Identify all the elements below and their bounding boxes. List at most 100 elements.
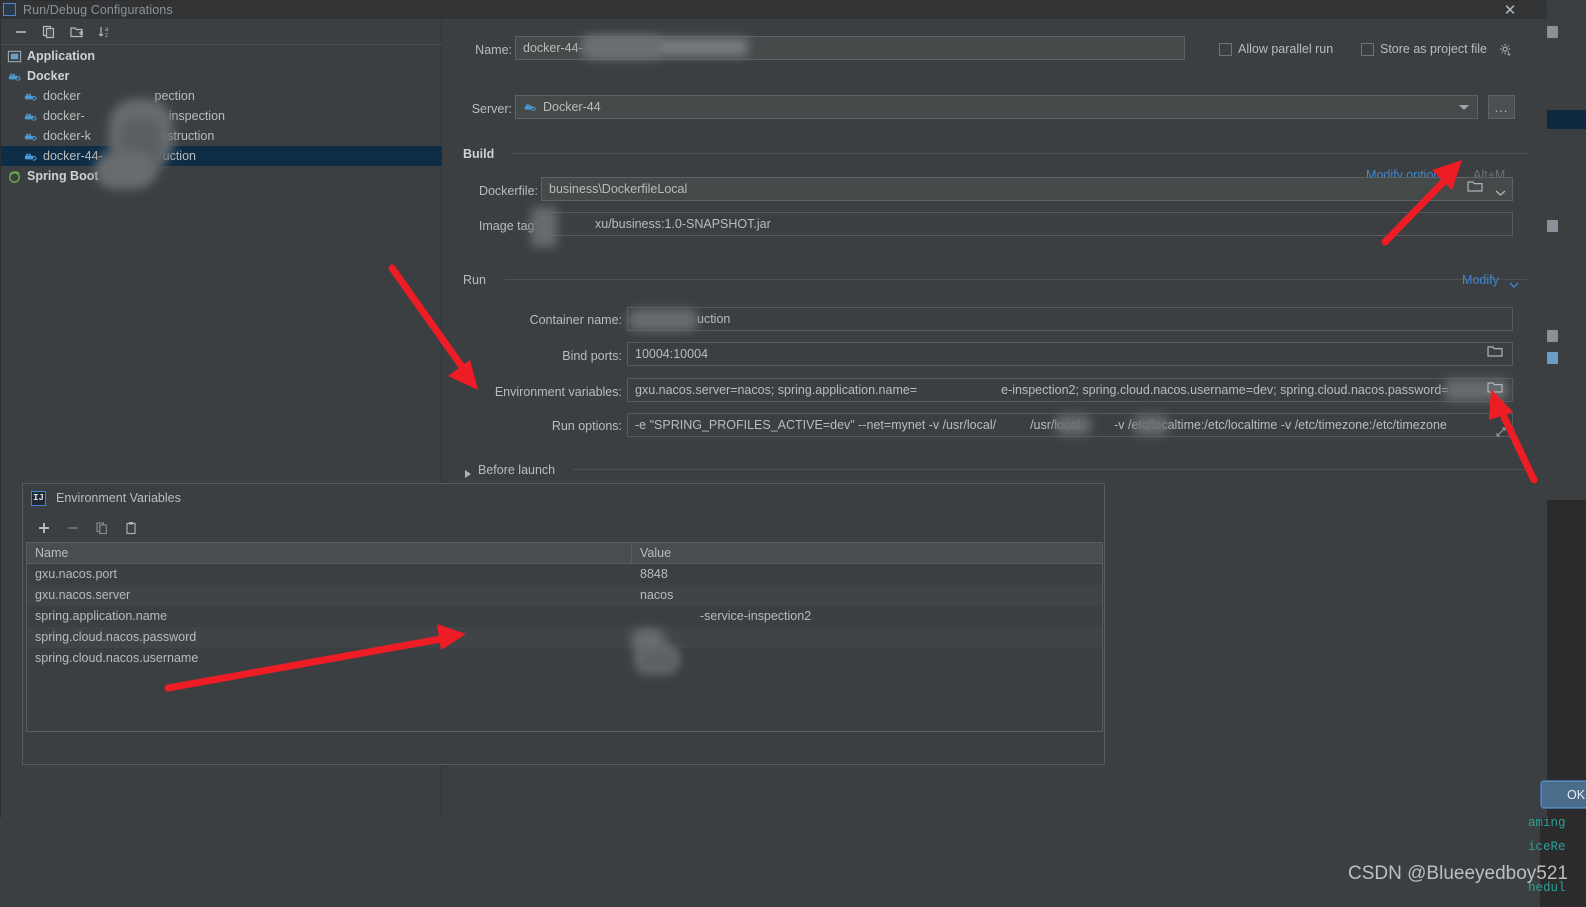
svg-text:z: z xyxy=(105,33,108,39)
name-label: Name: xyxy=(475,43,512,57)
cell-name: spring.cloud.nacos.username xyxy=(35,651,199,665)
environment-variables-browse-icon[interactable] xyxy=(1487,380,1503,394)
window-icon xyxy=(3,3,16,16)
run-options-label: Run options: xyxy=(551,419,622,433)
build-section-title: Build xyxy=(463,147,495,161)
name-input-value: docker-44- xyxy=(523,41,583,55)
column-header-name[interactable]: Name xyxy=(27,543,632,563)
image-tag-label: Image tag: xyxy=(478,219,538,233)
tree-item-docker-44-selected[interactable]: docker-44- struction xyxy=(1,146,442,166)
server-select-value: Docker-44 xyxy=(543,100,601,114)
folder-icon xyxy=(1547,329,1558,342)
expand-editor-icon[interactable] xyxy=(1496,424,1506,442)
configurations-tree: Application Docker docker pection docker… xyxy=(1,46,442,186)
copy-configuration-button[interactable] xyxy=(35,20,63,44)
run-section-divider xyxy=(505,279,1527,280)
table-row[interactable]: gxu.nacos.server nacos xyxy=(27,585,1102,606)
remove-configuration-button[interactable] xyxy=(7,20,35,44)
build-section-divider xyxy=(511,153,1527,154)
before-launch-expand-icon[interactable] xyxy=(465,470,471,478)
modify-link[interactable]: Modify xyxy=(1462,273,1499,287)
bind-ports-browse-icon[interactable] xyxy=(1487,344,1503,358)
column-header-value[interactable]: Value xyxy=(632,543,1102,563)
env-dialog-header: IJ Environment Variables xyxy=(23,484,1104,512)
tree-item-label: docker xyxy=(43,89,81,103)
code-fragment: aming xyxy=(1528,816,1566,830)
new-folder-button[interactable] xyxy=(63,20,91,44)
tree-item-label-suffix: construction xyxy=(146,129,215,143)
tree-item-docker-config-1[interactable]: docker pection xyxy=(1,86,442,106)
cell-name: gxu.nacos.server xyxy=(35,588,131,602)
paste-variable-button[interactable] xyxy=(118,517,144,539)
cell-value: -service-inspection2 xyxy=(700,609,812,623)
env-dialog-toolbar xyxy=(31,516,1091,540)
name-input[interactable]: docker-44- xyxy=(515,36,1185,60)
dockerfile-browse-icon[interactable] xyxy=(1467,179,1483,193)
container-name-input-value: uction xyxy=(697,312,731,326)
environment-variables-value-b: e-inspection2; spring.cloud.nacos.userna… xyxy=(1001,383,1449,397)
allow-parallel-run-label: Allow parallel run xyxy=(1238,42,1334,56)
tree-item-application[interactable]: Application xyxy=(1,46,442,66)
sort-alphabetically-button[interactable]: a z xyxy=(91,20,119,44)
chevron-down-icon[interactable] xyxy=(1459,105,1469,110)
image-tag-input[interactable]: xu/business:1.0-SNAPSHOT.jar xyxy=(541,212,1513,236)
dockerfile-history-chevron-icon[interactable] xyxy=(1495,184,1506,202)
chevron-down-icon[interactable] xyxy=(1509,276,1519,294)
cell-name: gxu.nacos.port xyxy=(35,567,117,581)
watermark: CSDN @Blueeyedboy521 xyxy=(1348,863,1568,884)
bind-ports-input-value: 10004:10004 xyxy=(635,347,708,361)
table-row[interactable]: spring.application.name -service-inspect… xyxy=(27,606,1102,627)
dockerfile-input[interactable]: business\DockerfileLocal xyxy=(541,177,1513,201)
tree-item-docker[interactable]: Docker xyxy=(1,66,442,86)
remove-variable-button[interactable] xyxy=(60,517,86,539)
tree-item-label: docker-44- xyxy=(43,149,103,163)
tree-item-spring-boot[interactable]: Spring Boot xyxy=(1,166,442,186)
tree-toolbar: a z xyxy=(1,19,442,45)
table-row[interactable]: spring.cloud.nacos.password xyxy=(27,627,1102,648)
dockerfile-label: Dockerfile: xyxy=(478,184,538,198)
bind-ports-input[interactable]: 10004:10004 xyxy=(627,342,1513,366)
tree-item-label: Docker xyxy=(27,69,70,83)
docker-icon xyxy=(7,69,22,84)
gear-icon[interactable] xyxy=(1499,43,1513,62)
server-browse-button[interactable]: ... xyxy=(1488,95,1515,119)
cell-value xyxy=(632,627,1102,648)
add-variable-button[interactable] xyxy=(31,517,57,539)
close-icon[interactable]: ✕ xyxy=(1497,1,1523,19)
allow-parallel-run-checkbox[interactable]: Allow parallel run xyxy=(1219,42,1333,56)
table-row[interactable]: spring.cloud.nacos.username dev xyxy=(27,648,1102,669)
cell-value: nacos xyxy=(640,588,674,602)
store-as-project-file-checkbox[interactable]: Store as project file xyxy=(1361,42,1487,56)
tree-item-docker-config-3[interactable]: docker-k construction xyxy=(1,126,442,146)
docker-icon xyxy=(23,89,38,104)
copy-variable-button[interactable] xyxy=(89,517,115,539)
ok-button[interactable]: OK xyxy=(1541,781,1586,808)
image-tag-input-value: xu/business:1.0-SNAPSHOT.jar xyxy=(595,217,771,231)
tree-item-label: Application xyxy=(27,49,96,63)
before-launch-label: Before launch xyxy=(478,463,556,477)
store-as-project-file-label: Store as project file xyxy=(1380,42,1487,56)
cell-name: spring.cloud.nacos.password xyxy=(35,630,197,644)
run-options-value-c: -v /etc/localtime:/etc/localtime -v /etc… xyxy=(1114,418,1447,432)
intellij-idea-icon: IJ xyxy=(31,490,46,506)
env-dialog-title: Environment Variables xyxy=(56,491,181,505)
checkbox-box[interactable] xyxy=(1219,42,1232,56)
environment-variables-input[interactable]: gxu.nacos.server=nacos; spring.applicati… xyxy=(627,378,1513,402)
tree-item-label-suffix: pection xyxy=(154,89,195,103)
table-row[interactable]: gxu.nacos.port 8848 xyxy=(27,564,1102,585)
docker-icon xyxy=(23,149,38,164)
server-label: Server: xyxy=(471,102,512,116)
run-options-value-a: -e "SPRING_PROFILES_ACTIVE=dev" --net=my… xyxy=(635,418,997,432)
dialog-titlebar: Run/Debug Configurations xyxy=(1,1,1547,19)
before-launch-divider xyxy=(573,469,1527,470)
run-options-input[interactable]: -e "SPRING_PROFILES_ACTIVE=dev" --net=my… xyxy=(627,413,1513,437)
tree-item-docker-config-2[interactable]: docker- inspection xyxy=(1,106,442,126)
tree-item-label-suffix: inspection xyxy=(168,109,225,123)
environment-variables-value-a: gxu.nacos.server=nacos; spring.applicati… xyxy=(635,383,918,397)
checkbox-box[interactable] xyxy=(1361,42,1374,56)
cell-name: spring.application.name xyxy=(35,609,168,623)
server-select[interactable]: Docker-44 xyxy=(515,95,1478,119)
environment-variables-dialog: IJ Environment Variables Name Value gxu.… xyxy=(22,483,1105,765)
container-name-input[interactable]: uction xyxy=(627,307,1513,331)
run-debug-configurations-dialog: Run/Debug Configurations ✕ a z Applicati… xyxy=(0,0,1547,818)
